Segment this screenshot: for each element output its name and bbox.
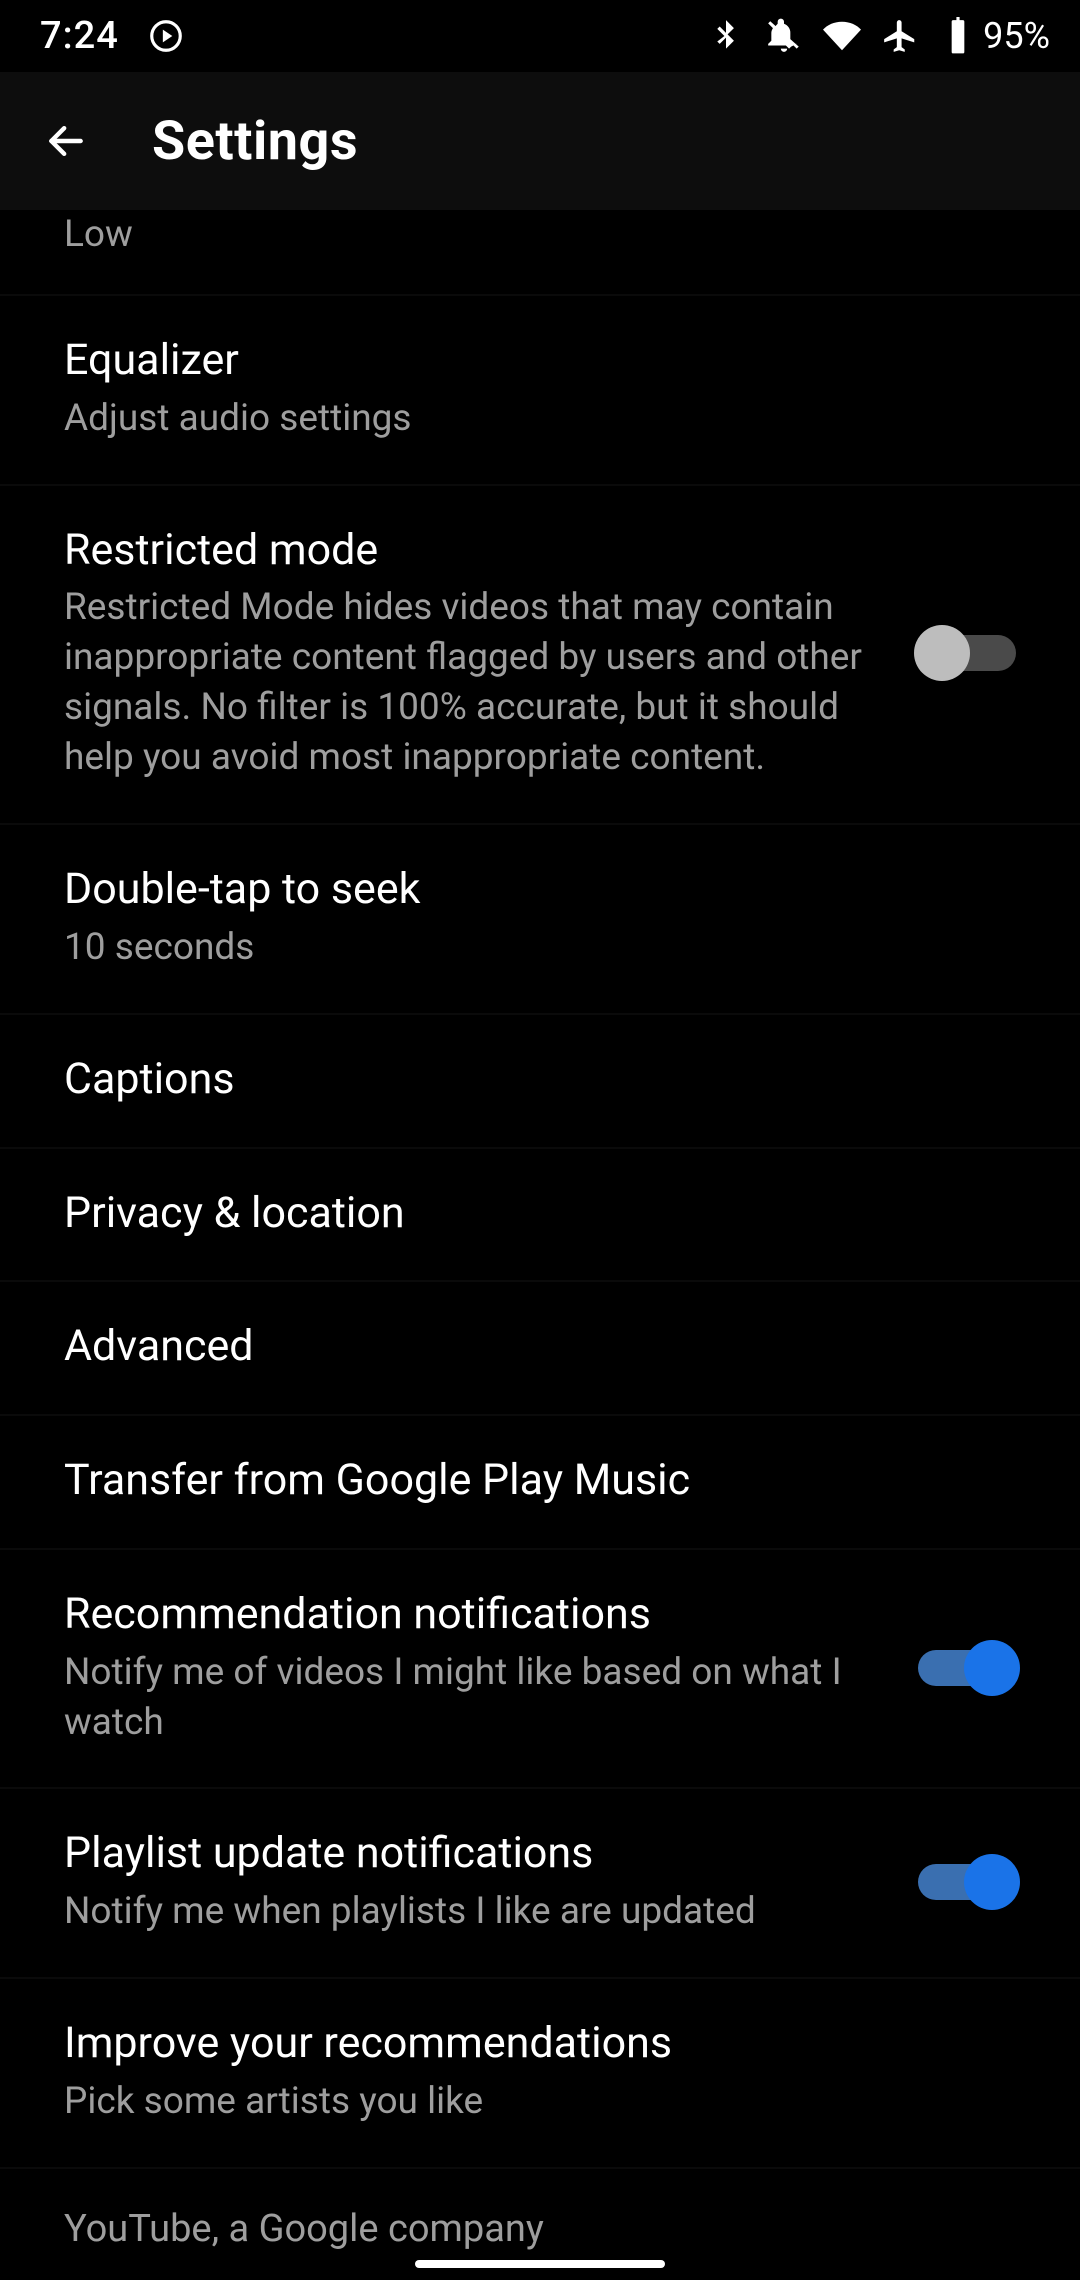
page-title: Settings bbox=[152, 110, 358, 173]
setting-subtitle: Pick some artists you like bbox=[64, 2077, 864, 2127]
status-bar-left: 7:24 bbox=[40, 14, 185, 58]
setting-subtitle: 10 seconds bbox=[64, 923, 864, 973]
status-time: 7:24 bbox=[40, 14, 119, 58]
setting-equalizer[interactable]: Equalizer Adjust audio settings bbox=[0, 296, 1080, 486]
playlist-notifications-toggle[interactable] bbox=[918, 1854, 1016, 1910]
status-bar-right: 95% bbox=[707, 15, 1050, 57]
setting-title: Restricted mode bbox=[64, 524, 878, 578]
battery-status: 95% bbox=[939, 15, 1050, 57]
setting-captions[interactable]: Captions bbox=[0, 1015, 1080, 1149]
status-bar: 7:24 95% bbox=[0, 0, 1080, 72]
restricted-mode-toggle[interactable] bbox=[918, 625, 1016, 681]
setting-subtitle: Restricted Mode hides videos that may co… bbox=[64, 583, 864, 783]
setting-restricted-mode[interactable]: Restricted mode Restricted Mode hides vi… bbox=[0, 486, 1080, 826]
setting-privacy-location[interactable]: Privacy & location bbox=[0, 1149, 1080, 1283]
gesture-bar[interactable] bbox=[415, 2260, 665, 2268]
wifi-icon bbox=[823, 17, 861, 55]
airplane-icon bbox=[881, 17, 919, 55]
setting-title: Equalizer bbox=[64, 334, 1016, 388]
setting-subtitle: Notify me of videos I might like based o… bbox=[64, 1648, 864, 1748]
setting-title: Privacy & location bbox=[64, 1187, 1016, 1241]
setting-title: Recommendation notifications bbox=[64, 1588, 878, 1642]
notifications-off-icon bbox=[765, 17, 803, 55]
setting-title: Playlist update notifications bbox=[64, 1827, 878, 1881]
setting-playlist-update-notifications[interactable]: Playlist update notifications Notify me … bbox=[0, 1789, 1080, 1979]
setting-audio-quality-partial[interactable]: Low bbox=[0, 210, 1080, 296]
setting-transfer-gpm[interactable]: Transfer from Google Play Music bbox=[0, 1416, 1080, 1550]
battery-percent: 95% bbox=[983, 15, 1050, 57]
setting-recommendation-notifications[interactable]: Recommendation notifications Notify me o… bbox=[0, 1550, 1080, 1790]
setting-subtitle: Notify me when playlists I like are upda… bbox=[64, 1887, 864, 1937]
setting-subtitle: Adjust audio settings bbox=[64, 394, 864, 444]
setting-title: Advanced bbox=[64, 1320, 1016, 1374]
app-bar: Settings bbox=[0, 72, 1080, 210]
bluetooth-icon bbox=[707, 17, 745, 55]
recommendation-notifications-toggle[interactable] bbox=[918, 1640, 1016, 1696]
settings-list[interactable]: Low Equalizer Adjust audio settings Rest… bbox=[0, 210, 1080, 2280]
setting-title: Transfer from Google Play Music bbox=[64, 1454, 1016, 1508]
setting-double-tap-seek[interactable]: Double-tap to seek 10 seconds bbox=[0, 825, 1080, 1015]
setting-value: Low bbox=[64, 210, 864, 260]
back-button[interactable] bbox=[36, 111, 96, 171]
setting-advanced[interactable]: Advanced bbox=[0, 1282, 1080, 1416]
setting-title: Captions bbox=[64, 1053, 1016, 1107]
play-circle-icon bbox=[147, 17, 185, 55]
setting-improve-recommendations[interactable]: Improve your recommendations Pick some a… bbox=[0, 1979, 1080, 2169]
setting-title: Double-tap to seek bbox=[64, 863, 1016, 917]
battery-icon bbox=[939, 17, 977, 55]
setting-title: Improve your recommendations bbox=[64, 2017, 1016, 2071]
arrow-left-icon bbox=[44, 119, 88, 163]
